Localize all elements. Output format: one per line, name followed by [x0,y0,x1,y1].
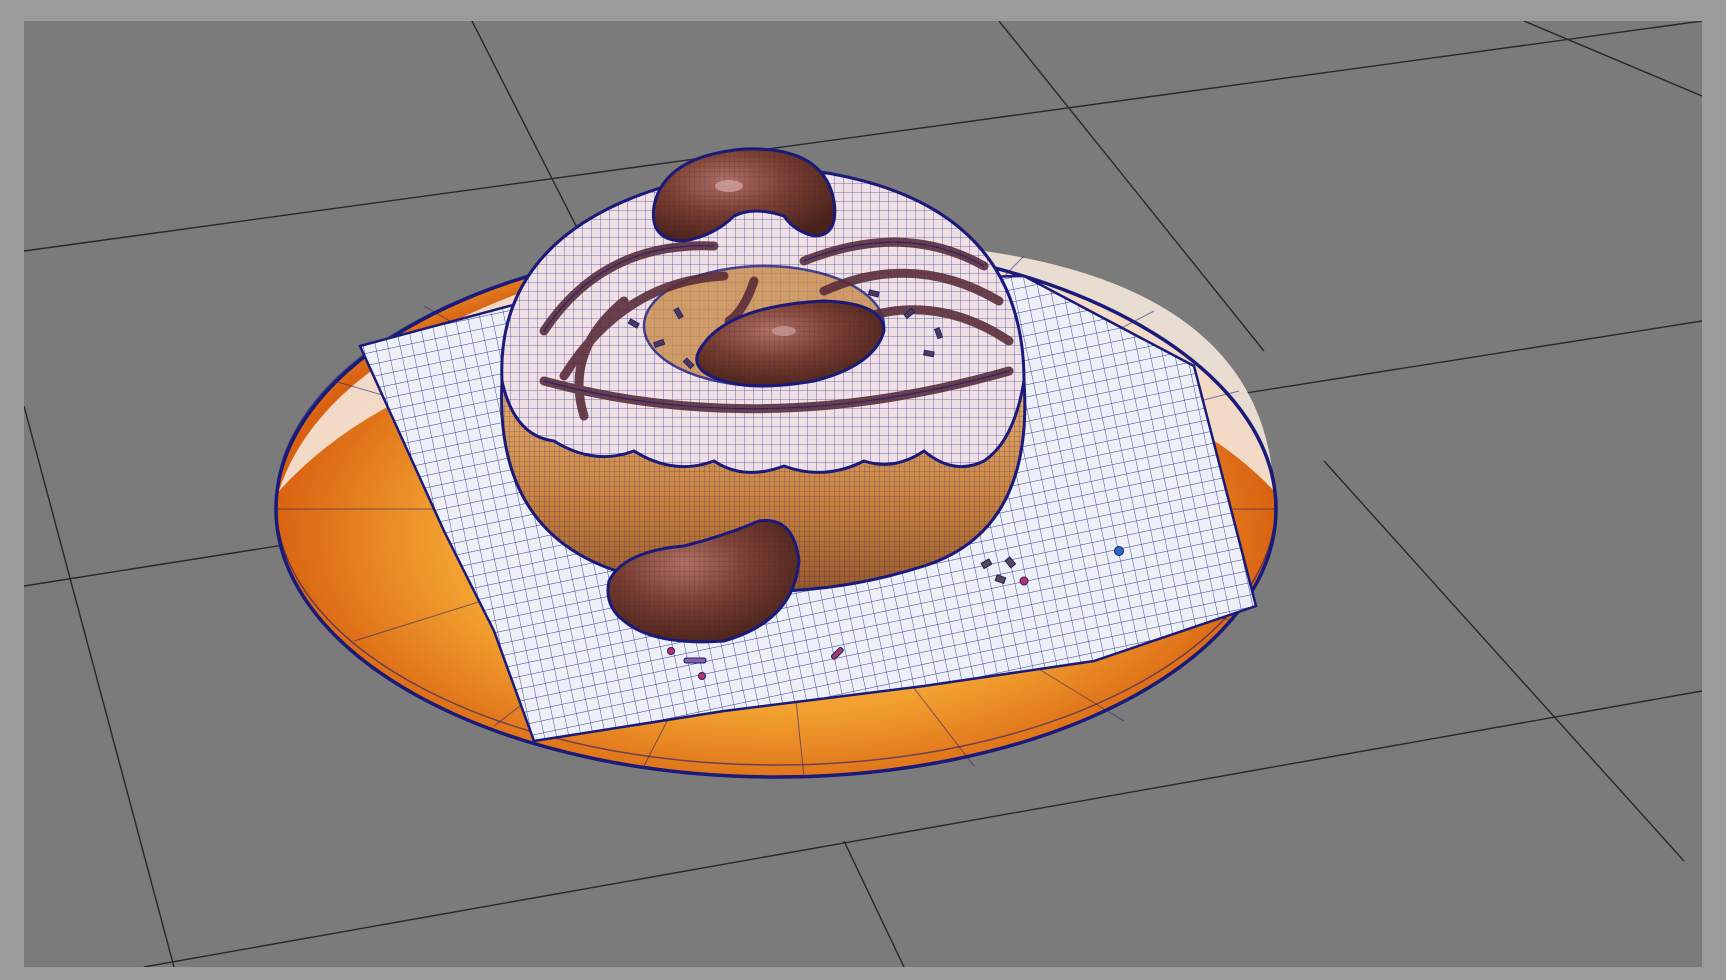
scene-canvas[interactable] [24,21,1702,967]
viewport-frame [0,0,1726,980]
3d-viewport[interactable] [24,21,1702,967]
